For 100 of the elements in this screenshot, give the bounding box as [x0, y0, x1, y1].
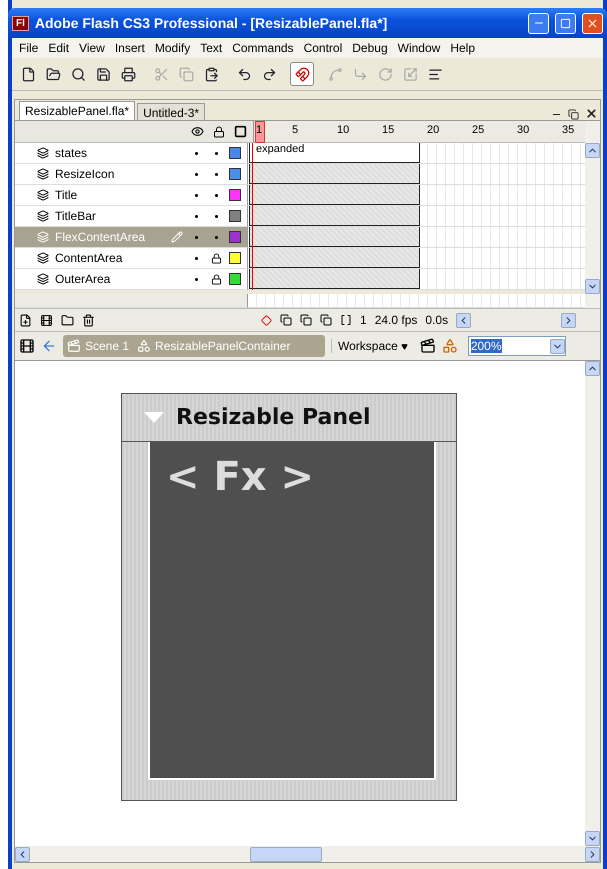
- onion-outline-icon[interactable]: [300, 314, 312, 326]
- visibility-dot[interactable]: [194, 278, 198, 280]
- trash-icon[interactable]: [82, 314, 95, 326]
- scroll-left-button[interactable]: [15, 846, 30, 862]
- frame-span[interactable]: expanded: [249, 143, 420, 163]
- close-icon: [586, 16, 599, 30]
- layer-row[interactable]: Title: [15, 185, 247, 206]
- visibility-dot[interactable]: [194, 152, 198, 154]
- layer-color-swatch[interactable]: [229, 273, 241, 285]
- maximize-button[interactable]: [555, 12, 576, 34]
- edit-frames-icon[interactable]: [320, 314, 332, 326]
- curve-icon: [328, 66, 342, 82]
- lock-icon[interactable]: [210, 274, 222, 284]
- frame-number: 25: [472, 124, 484, 136]
- back-icon[interactable]: [41, 338, 57, 354]
- menu-item[interactable]: Help: [445, 41, 480, 55]
- layer-color-swatch[interactable]: [229, 231, 241, 243]
- clipboard-icon: [204, 66, 218, 82]
- frame-span[interactable]: [249, 248, 420, 268]
- elapsed-time: 0.0s: [425, 313, 448, 327]
- lock-dot[interactable]: [214, 214, 218, 218]
- frame-span[interactable]: [249, 185, 420, 205]
- clapperboard-icon[interactable]: [420, 338, 436, 354]
- scroll-up-button[interactable]: [585, 143, 600, 158]
- triangle-icon: [144, 412, 164, 424]
- menu-item[interactable]: Debug: [347, 41, 393, 55]
- new-layer-icon[interactable]: [19, 314, 32, 326]
- layer-row[interactable]: states: [15, 143, 247, 164]
- scroll-down-button[interactable]: [585, 831, 600, 846]
- menu-item[interactable]: Control: [298, 41, 348, 55]
- scroll-down-button[interactable]: [550, 338, 565, 354]
- lock-icon[interactable]: [213, 126, 225, 138]
- guide-layer-icon[interactable]: [40, 314, 53, 326]
- outline-icon[interactable]: [234, 125, 247, 138]
- layer-icon: [37, 147, 49, 159]
- menu-item[interactable]: Commands: [227, 41, 299, 55]
- layer-color-swatch[interactable]: [229, 147, 241, 159]
- visibility-dot[interactable]: [194, 214, 198, 218]
- restore-button[interactable]: [566, 109, 581, 120]
- layer-icon: [37, 189, 49, 201]
- frame-span[interactable]: [249, 269, 420, 289]
- playhead[interactable]: [255, 121, 265, 143]
- frame-span[interactable]: [249, 206, 420, 226]
- frame-span[interactable]: [249, 227, 420, 247]
- scroll-right-button[interactable]: [585, 846, 600, 862]
- document-tab[interactable]: ResizablePanel.fla*: [19, 101, 136, 120]
- timeline-toggle-icon[interactable]: [19, 338, 35, 354]
- app-logo: Fl: [12, 16, 29, 30]
- visibility-dot[interactable]: [194, 236, 198, 238]
- scroll-up-button[interactable]: [585, 361, 600, 376]
- search-icon: [70, 66, 86, 82]
- layer-color-swatch[interactable]: [229, 168, 241, 180]
- onion-skin-icon[interactable]: [280, 314, 292, 326]
- eye-icon[interactable]: [191, 125, 204, 138]
- current-frame: 1: [360, 313, 367, 327]
- layer-icon: [37, 273, 49, 285]
- frame-number: 15: [382, 124, 394, 136]
- menu-item[interactable]: Text: [195, 41, 228, 55]
- lock-dot[interactable]: [214, 152, 218, 154]
- lock-dot[interactable]: [214, 194, 218, 196]
- magnet-button[interactable]: [290, 62, 314, 86]
- layer-row[interactable]: TitleBar: [15, 206, 247, 227]
- layer-icon: [37, 168, 49, 180]
- scroll-thumb[interactable]: [250, 846, 322, 862]
- scroll-down-button[interactable]: [585, 279, 600, 294]
- folder-icon[interactable]: [61, 314, 74, 326]
- visibility-dot[interactable]: [194, 172, 198, 176]
- menu-item[interactable]: Modify: [150, 41, 196, 55]
- scale-icon: [402, 66, 418, 82]
- layer-color-swatch[interactable]: [229, 210, 241, 222]
- menu-item[interactable]: Edit: [43, 41, 74, 55]
- close-icon: [585, 107, 598, 120]
- lock-icon[interactable]: [210, 252, 222, 264]
- markers-icon[interactable]: [340, 314, 352, 326]
- layer-row[interactable]: ContentArea: [15, 248, 247, 269]
- document-tab[interactable]: Untitled-3*: [137, 103, 206, 120]
- menu-item[interactable]: View: [74, 41, 110, 55]
- shapes-icon[interactable]: [442, 338, 458, 354]
- rotate-icon: [378, 66, 392, 82]
- workspace-menu[interactable]: Workspace: [331, 339, 414, 353]
- scroll-left-button[interactable]: [456, 312, 472, 328]
- maximize-icon: [560, 18, 571, 28]
- menu-item[interactable]: Window: [392, 41, 446, 55]
- new-file-icon: [20, 66, 36, 82]
- lock-dot[interactable]: [214, 236, 218, 238]
- layer-row[interactable]: OuterArea: [15, 269, 247, 290]
- visibility-dot[interactable]: [194, 194, 198, 196]
- visibility-dot[interactable]: [194, 256, 198, 260]
- zoom-field[interactable]: 200%: [468, 336, 566, 356]
- frame-span[interactable]: [249, 164, 420, 184]
- lock-dot[interactable]: [214, 172, 218, 176]
- layer-color-swatch[interactable]: [229, 252, 241, 264]
- menu-item[interactable]: File: [14, 41, 44, 55]
- layer-color-swatch[interactable]: [229, 189, 241, 201]
- folder-icon: [46, 66, 60, 82]
- center-frame-icon[interactable]: [261, 314, 272, 326]
- frame-number: 30: [517, 124, 530, 136]
- menu-item[interactable]: Insert: [110, 41, 150, 55]
- layer-row[interactable]: ResizeIcon: [15, 164, 247, 185]
- scroll-right-button[interactable]: [561, 312, 576, 328]
